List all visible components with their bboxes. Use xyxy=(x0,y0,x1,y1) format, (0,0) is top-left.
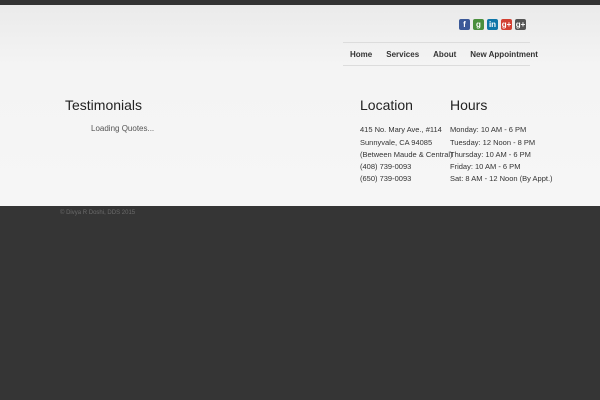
facebook-icon[interactable]: f xyxy=(459,19,470,30)
hours-line: Thursday: 10 AM - 6 PM xyxy=(450,150,531,159)
google-plus-icon[interactable]: g+ xyxy=(501,19,512,30)
testimonials-loading: Loading Quotes... xyxy=(91,124,155,133)
nav-services[interactable]: Services xyxy=(379,50,426,59)
phone-number[interactable]: (408) 739-0093 xyxy=(360,163,411,171)
nav-new-appointment[interactable]: New Appointment xyxy=(463,50,545,59)
location-line: Sunnyvale, CA 94085 xyxy=(360,138,433,147)
hours-title: Hours xyxy=(450,97,488,113)
hours-line: Friday: 10 AM - 6 PM xyxy=(450,162,521,171)
social-links: f g in g+ g+ xyxy=(459,19,529,30)
google-plus-dark-icon[interactable]: g+ xyxy=(515,19,526,30)
location-line: 415 No. Mary Ave., #114 xyxy=(360,125,442,134)
hours-line: Sat: 8 AM - 12 Noon (By Appt.) xyxy=(450,174,553,183)
hours-line: Tuesday: 12 Noon - 8 PM xyxy=(450,138,536,147)
nav-about[interactable]: About xyxy=(426,50,463,59)
main-nav: Home Services About New Appointment xyxy=(343,42,538,66)
testimonials-title: Testimonials xyxy=(65,97,143,113)
page-header: f g in g+ g+ Home Services About New App… xyxy=(0,5,600,206)
linkedin-icon[interactable]: in xyxy=(487,19,498,30)
google-places-icon[interactable]: g xyxy=(473,19,484,30)
location-line: (Between Maude & Central) xyxy=(360,150,453,159)
footer-copyright: © Divya R Doshi, DDS 2015 xyxy=(60,210,136,216)
phone-number[interactable]: (650) 739-0093 xyxy=(360,175,411,183)
nav-home[interactable]: Home xyxy=(343,50,379,59)
hours-line: Monday: 10 AM - 6 PM xyxy=(450,125,527,134)
location-title: Location xyxy=(360,97,413,113)
